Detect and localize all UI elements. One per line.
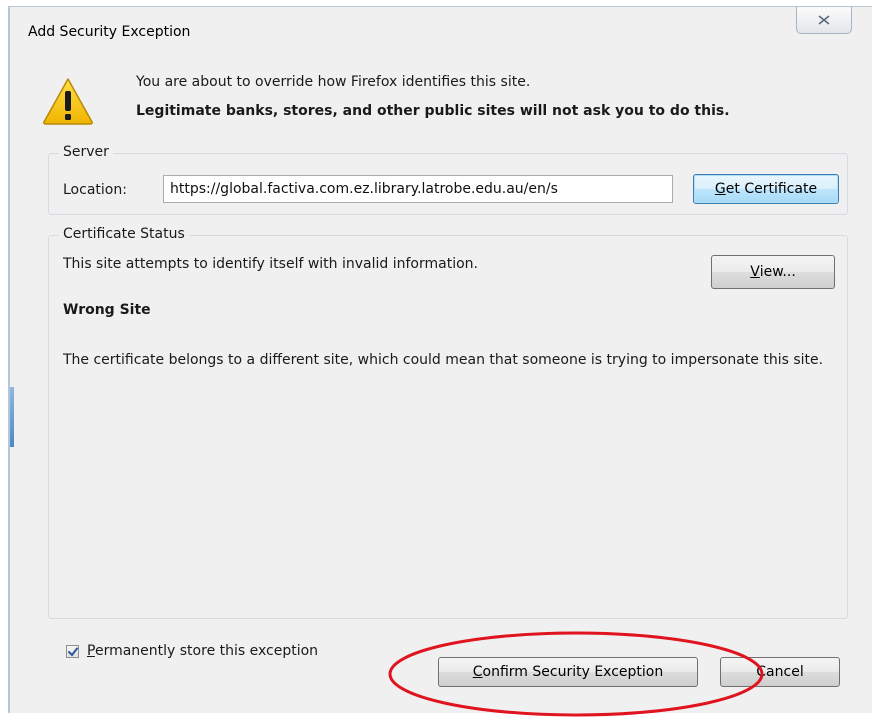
confirm-mnemonic: C: [472, 664, 483, 680]
window-edge-accent: [10, 387, 14, 447]
checkmark-icon: [68, 647, 78, 656]
permanent-store-checkbox[interactable]: [66, 644, 79, 658]
confirm-security-exception-button[interactable]: Confirm Security Exception: [438, 657, 698, 687]
close-icon: [818, 15, 830, 25]
get-certificate-button[interactable]: Get Certificate: [693, 174, 839, 204]
permanent-store-mnemonic: P: [87, 643, 95, 659]
permanent-store-text: ermanently store this exception: [94, 643, 319, 659]
get-certificate-mnemonic: G: [714, 181, 726, 197]
close-button[interactable]: [796, 7, 852, 34]
problem-title: Wrong Site: [63, 302, 151, 318]
view-button[interactable]: View...: [711, 255, 835, 289]
security-exception-dialog: Add Security Exception You are about to …: [8, 6, 872, 717]
certificate-status-group: Certificate Status This site attempts to…: [48, 226, 848, 619]
certificate-status-label: Certificate Status: [59, 226, 189, 242]
permanent-store-checkbox-row[interactable]: Permanently store this exception: [66, 643, 318, 659]
title-bar[interactable]: Add Security Exception: [10, 7, 872, 51]
cancel-button[interactable]: Cancel: [720, 657, 840, 687]
server-group: Server Location: Get Certificate: [48, 144, 848, 215]
warning-message: You are about to override how Firefox id…: [136, 74, 531, 90]
location-input[interactable]: [163, 175, 673, 203]
warning-triangle-icon: [43, 78, 93, 125]
permanent-store-label: Permanently store this exception: [87, 643, 318, 659]
dialog-title: Add Security Exception: [28, 24, 191, 40]
status-text: This site attempts to identify itself wi…: [63, 256, 478, 272]
warning-message-bold: Legitimate banks, stores, and other publ…: [136, 103, 730, 119]
location-label: Location:: [63, 182, 127, 198]
view-mnemonic: V: [750, 264, 760, 280]
problem-description: The certificate belongs to a different s…: [63, 352, 824, 368]
server-group-label: Server: [59, 144, 113, 160]
get-certificate-label: et Certificate: [725, 181, 818, 197]
view-label: iew...: [759, 264, 796, 280]
confirm-label: onfirm Security Exception: [482, 664, 664, 680]
